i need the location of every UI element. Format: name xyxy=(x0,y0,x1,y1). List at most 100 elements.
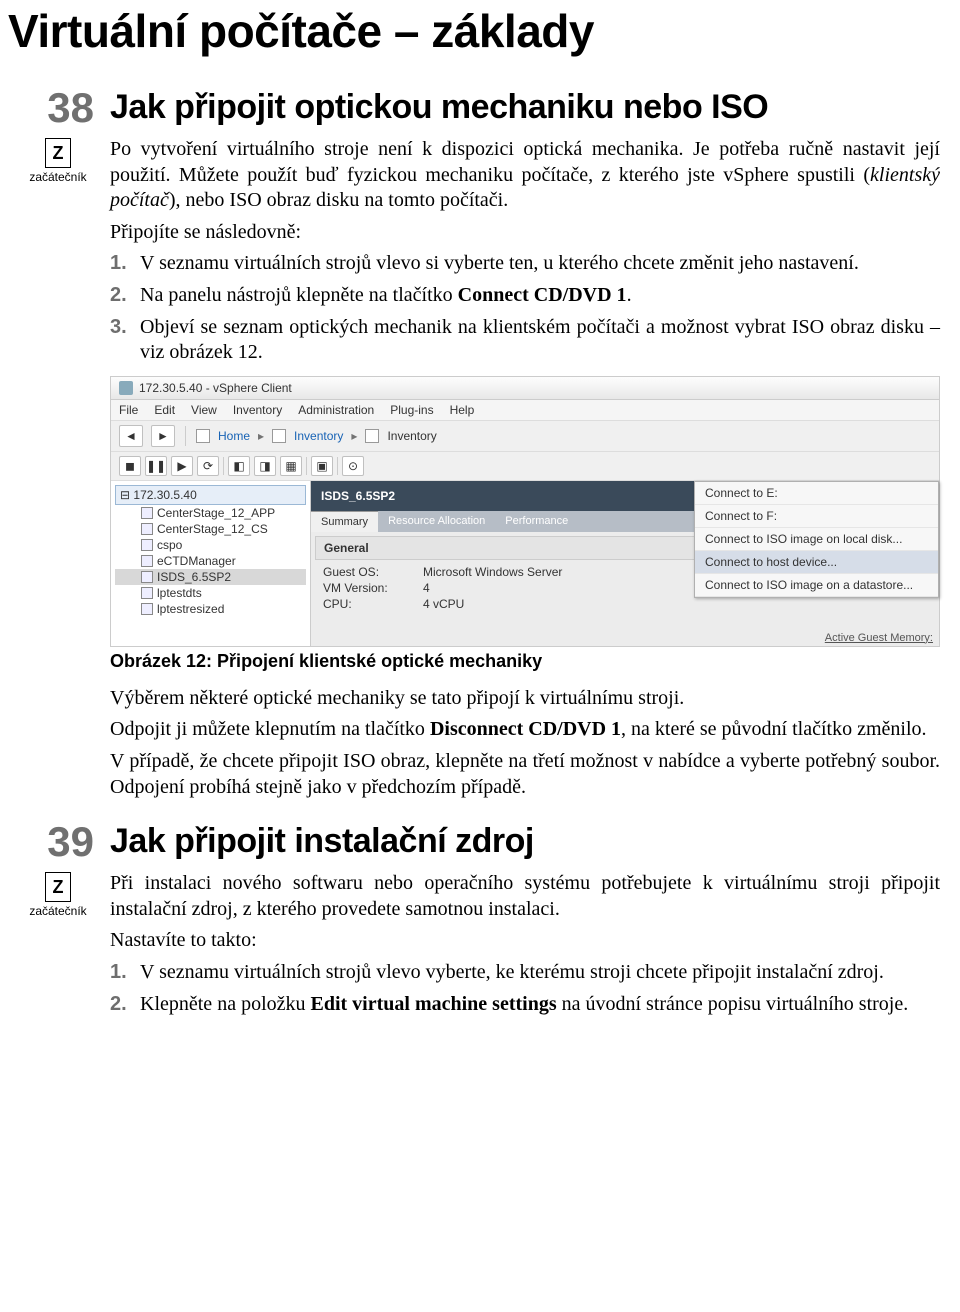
snapshot-revert-button[interactable]: ◨ xyxy=(254,456,276,476)
tree-item[interactable]: cspo xyxy=(115,537,306,553)
level-label: začátečník xyxy=(18,170,98,184)
vm-toolbar: ◼ ❚❚ ▶ ⟳ ◧ ◨ ▦ ▣ ⊙ xyxy=(111,452,939,481)
step-number: 1. xyxy=(110,251,127,277)
vsphere-window: 172.30.5.40 - vSphere Client File Edit V… xyxy=(110,376,940,647)
console-button[interactable]: ▣ xyxy=(311,456,333,476)
kv-row: CPU:4 vCPU xyxy=(311,596,939,612)
tree-item-label: cspo xyxy=(157,538,182,552)
tip-38-section: 38 Z začátečník Jak připojit optickou me… xyxy=(110,88,940,800)
kv-value: 4 vCPU xyxy=(423,597,464,611)
pause-button[interactable]: ❚❚ xyxy=(145,456,167,476)
tab-summary[interactable]: Summary xyxy=(311,511,378,532)
tree-item[interactable]: CenterStage_12_APP xyxy=(115,505,306,521)
kv-key: VM Version: xyxy=(323,581,423,595)
tree-item-label: CenterStage_12_CS xyxy=(157,522,268,536)
snapshot-button[interactable]: ◧ xyxy=(228,456,250,476)
forward-button[interactable]: ► xyxy=(151,425,175,447)
reset-button[interactable]: ⟳ xyxy=(197,456,219,476)
separator xyxy=(337,457,338,475)
figure-12-caption: Obrázek 12: Připojení klientské optické … xyxy=(110,651,940,672)
step-text: Objeví se seznam optických mechanik na k… xyxy=(140,316,940,364)
list-item: 1.V seznamu virtuálních strojů vlevo si … xyxy=(140,251,940,277)
tip-number-38: 38 xyxy=(34,84,94,132)
tree-item-label: ISDS_6.5SP2 xyxy=(157,570,231,584)
level-letter: Z xyxy=(45,138,71,168)
tip-39-intro1: Při instalaci nového softwaru nebo opera… xyxy=(110,871,940,922)
menu-item[interactable]: Edit xyxy=(154,403,175,417)
menu-item[interactable]: Plug-ins xyxy=(390,403,433,417)
list-item: 1.V seznamu virtuálních strojů vlevo vyb… xyxy=(140,960,940,986)
step-text: na úvodní stránce popisu virtuálního str… xyxy=(557,993,909,1015)
tree-root[interactable]: ⊟ 172.30.5.40 xyxy=(115,485,306,505)
window-title: 172.30.5.40 - vSphere Client xyxy=(139,381,292,395)
chevron-right-icon: ▸ xyxy=(351,429,357,443)
tip-38-title: Jak připojit optickou mechaniku nebo ISO xyxy=(110,88,940,127)
dropdown-item-host-device[interactable]: Connect to host device... xyxy=(695,551,938,574)
tab-resource-allocation[interactable]: Resource Allocation xyxy=(378,511,495,532)
menu-item[interactable]: Administration xyxy=(298,403,374,417)
menu-item[interactable]: View xyxy=(191,403,217,417)
play-button[interactable]: ▶ xyxy=(171,456,193,476)
level-label: začátečník xyxy=(18,904,98,918)
dropdown-item-connect-f[interactable]: Connect to F: xyxy=(695,505,938,528)
menu-item[interactable]: File xyxy=(119,403,138,417)
window-titlebar: 172.30.5.40 - vSphere Client xyxy=(111,377,939,400)
vm-icon xyxy=(141,555,153,567)
list-item: 2.Na panelu nástrojů klepněte na tlačítk… xyxy=(140,283,940,309)
chevron-right-icon: ▸ xyxy=(258,429,264,443)
vm-detail-panel: ISDS_6.5SP2 ◉ CD/DVD Drive 1 ▸ Summary R… xyxy=(311,481,939,646)
connect-device-button[interactable]: ⊙ xyxy=(342,456,364,476)
tip-39-intro2: Nastavíte to takto: xyxy=(110,928,940,954)
kv-value: 4 xyxy=(423,581,430,595)
tree-item-label: lptestresized xyxy=(157,602,224,616)
list-item: 2.Klepněte na položku Edit virtual machi… xyxy=(140,992,940,1018)
menu-item[interactable]: Help xyxy=(450,403,475,417)
inventory-icon xyxy=(272,429,286,443)
tree-root-label: 172.30.5.40 xyxy=(133,488,196,502)
breadcrumb-inventory[interactable]: Inventory xyxy=(294,429,343,443)
kv-key: CPU: xyxy=(323,597,423,611)
snapshot-manager-button[interactable]: ▦ xyxy=(280,456,302,476)
step-text: V seznamu virtuálních strojů vlevo si vy… xyxy=(140,252,859,274)
cd-dvd-dropdown: Connect to E: Connect to F: Connect to I… xyxy=(694,481,939,598)
step-number: 1. xyxy=(110,960,127,986)
text: ), nebo ISO obraz disku na tomto počítač… xyxy=(169,189,508,211)
tip-39-title: Jak připojit instalační zdroj xyxy=(110,822,940,861)
tip-39-steps: 1.V seznamu virtuálních strojů vlevo vyb… xyxy=(110,960,940,1017)
stop-button[interactable]: ◼ xyxy=(119,456,141,476)
kv-key: Guest OS: xyxy=(323,565,423,579)
step-text: Na panelu nástrojů klepněte na tlačítko xyxy=(140,284,458,306)
tab-performance[interactable]: Performance xyxy=(495,511,578,532)
back-button[interactable]: ◄ xyxy=(119,425,143,447)
tree-item[interactable]: eCTDManager xyxy=(115,553,306,569)
dropdown-item-iso-datastore[interactable]: Connect to ISO image on a datastore... xyxy=(695,574,938,597)
dropdown-item-connect-e[interactable]: Connect to E: xyxy=(695,482,938,505)
level-badge-39: Z začátečník xyxy=(18,872,98,918)
dropdown-item-iso-local[interactable]: Connect to ISO image on local disk... xyxy=(695,528,938,551)
breadcrumb-current: Inventory xyxy=(387,429,436,443)
tree-item-label: lptestdts xyxy=(157,586,202,600)
home-icon xyxy=(196,429,210,443)
breadcrumb-home[interactable]: Home xyxy=(218,429,250,443)
menubar: File Edit View Inventory Administration … xyxy=(111,400,939,421)
tree-item-selected[interactable]: ISDS_6.5SP2 xyxy=(115,569,306,585)
figure-12-screenshot: 172.30.5.40 - vSphere Client File Edit V… xyxy=(110,376,940,647)
tree-item[interactable]: lptestresized xyxy=(115,601,306,617)
app-icon xyxy=(119,381,133,395)
menu-item[interactable]: Inventory xyxy=(233,403,282,417)
separator xyxy=(223,457,224,475)
separator xyxy=(185,426,186,446)
nav-toolbar: ◄ ► Home ▸ Inventory ▸ Inventory xyxy=(111,421,939,452)
tree-item[interactable]: CenterStage_12_CS xyxy=(115,521,306,537)
tip-38-after3: V případě, že chcete připojit ISO obraz,… xyxy=(110,749,940,800)
text: Odpojit ji můžete klepnutím na tlačítko xyxy=(110,718,430,740)
step-number: 2. xyxy=(110,283,127,309)
vm-icon xyxy=(141,507,153,519)
text: , na které se původní tlačítko změnilo. xyxy=(621,718,926,740)
tip-38-after1: Výběrem některé optické mechaniky se tat… xyxy=(110,686,940,712)
step-number: 2. xyxy=(110,992,127,1018)
tree-item[interactable]: lptestdts xyxy=(115,585,306,601)
vm-icon xyxy=(141,587,153,599)
step-text-bold: Edit virtual machine settings xyxy=(311,993,557,1015)
step-text-bold: Connect CD/DVD 1 xyxy=(458,284,627,306)
